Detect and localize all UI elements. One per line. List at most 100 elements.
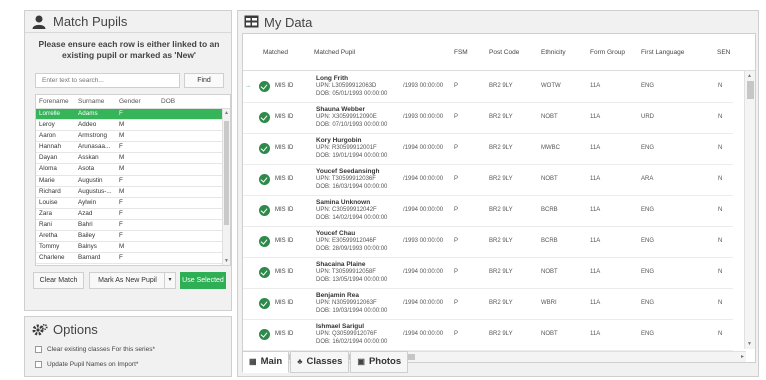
pupil-row[interactable]: Zara Azad F [36,209,230,220]
col-gender[interactable]: Gender [116,95,158,108]
pupil-forename: Aretha [39,232,58,240]
pupil-name[interactable]: Youcef Seedansingh [316,168,379,175]
form-group-cell: 11A [590,176,601,182]
pupil-name[interactable]: Benjamin Rea [316,292,359,299]
scroll-down-icon[interactable]: ▼ [224,258,229,264]
pupil-dob: DOB: 19/01/1994 00:00:00 [316,152,388,159]
pupil-gender: M [119,154,125,162]
match-status: MIS ID [275,83,294,89]
pupil-table-header: Forename Surname Gender DOB [36,95,230,109]
pupil-forename: Zara [39,209,52,217]
scroll-up-icon[interactable]: ▲ [224,110,229,116]
data-row[interactable]: MIS ID Samina Unknown UPN: C30599912042F DO… [243,196,733,227]
pupil-gender: M [119,132,125,140]
pupil-forename: Charlene [39,254,65,262]
col-form-group[interactable]: Form Group [590,49,625,56]
pupil-scrollbar[interactable]: ▲ ▼ [222,109,230,265]
data-row[interactable]: MIS ID Shacaina Plaine UPN: T30599912058F D… [243,258,733,289]
pupil-row[interactable]: Tommy Balnys M [36,242,230,254]
sen-cell: N [718,83,723,89]
scroll-up-icon[interactable]: ▲ [747,73,752,79]
pupil-forename: Marie [39,176,55,184]
data-row[interactable]: MIS ID Benjamin Rea UPN: N30599912063F DOB:… [243,289,733,320]
pupil-dob: DOB: 16/03/1994 00:00:00 [316,183,388,190]
col-forename[interactable]: Forename [36,95,75,108]
update-names-checkbox[interactable]: Update Pupil Names on Import* [35,361,138,368]
scroll-down-icon[interactable]: ▼ [747,341,752,347]
first-language-cell: URD [641,114,654,120]
vertical-scroll-thumb[interactable] [747,81,754,99]
ethnicity-cell: BCRB [541,238,558,244]
sen-cell: N [718,207,723,213]
tab-main[interactable]: ▦ Main [242,351,290,373]
photo-icon: ▣ [357,357,365,366]
pupil-row[interactable]: Marie Augustin F [36,176,230,187]
pupil-row[interactable]: Aretha Bailey F [36,231,230,243]
pupil-dob [158,153,199,163]
pupil-forename: Louise [39,198,58,206]
matched-check-icon [259,112,270,123]
tab-classes[interactable]: ♣ Classes [290,351,350,373]
pupil-row[interactable]: Richard Augustus-... M [36,187,230,198]
form-group-cell: 11A [590,145,601,151]
data-row[interactable]: MIS ID Kory Hurgobin UPN: R30599912001F DOB… [243,134,733,165]
pupil-row[interactable]: Aloma Asota M [36,164,230,176]
first-language-cell: ENG [641,145,655,151]
col-fsm[interactable]: FSM [454,49,468,56]
pupil-row[interactable]: Rani Bahri F [36,220,230,232]
pupil-row[interactable]: Dayan Asskan M [36,153,230,165]
pupil-row[interactable]: Louise Aylwin F [36,198,230,209]
pupil-name[interactable]: Kory Hurgobin [316,137,362,144]
pupil-row[interactable]: Leroy Addeo M [36,120,230,132]
col-matched-pupil[interactable]: Matched Pupil [314,49,355,56]
use-selected-button[interactable]: Use Selected [180,272,226,289]
col-post-code[interactable]: Post Code [489,49,519,56]
col-surname[interactable]: Surname [75,95,116,108]
clear-match-button[interactable]: Clear Match [33,272,84,289]
pupil-name[interactable]: Shauna Webber [316,106,365,113]
form-group-cell: 11A [590,114,601,120]
mark-new-dropdown[interactable]: ▾ [164,272,176,289]
scroll-right-icon[interactable]: ▸ [741,353,744,360]
pupil-name[interactable]: Youcef Chau [316,230,355,237]
vertical-scrollbar[interactable]: ▲ ▼ [744,71,755,349]
col-sen[interactable]: SEN [717,49,730,56]
pupil-row[interactable]: Hannah Arunasaa... F [36,142,230,154]
match-status: MIS ID [275,269,294,275]
pupil-row[interactable]: Charlene Barnard F [36,253,230,265]
pupil-forename: Hannah [39,143,62,151]
data-row[interactable]: MIS ID Ishmael Sarigul UPN: Q30599912076F D… [243,320,733,351]
clear-classes-checkbox[interactable]: Clear existing classes For this series* [35,346,155,353]
pupil-upn: UPN: N30599912063F [316,300,377,306]
pupil-upn: UPN: L30599912063D [316,83,377,89]
pupil-forename: Lorrelle [39,110,60,117]
ethnicity-cell: BCRB [541,207,558,213]
checkbox-box[interactable] [35,361,42,368]
pupil-name[interactable]: Samina Unknown [316,199,370,206]
pupil-dob: DOB: 28/09/1993 00:00:00 [316,245,388,252]
pupil-name[interactable]: Long Frith [316,75,348,82]
find-button[interactable]: Find [184,73,224,88]
data-row[interactable]: → MIS ID Long Frith UPN: L30599912063D DOB: … [243,72,733,103]
pupil-row[interactable]: Aaron Armstrong M [36,131,230,143]
data-row[interactable]: MIS ID Youcef Chau UPN: E30599912046F DOB: … [243,227,733,258]
tab-photos[interactable]: ▣ Photos [350,351,409,373]
data-row[interactable]: MIS ID Shauna Webber UPN: X30599912090E DOB… [243,103,733,134]
mark-new-pupil-button[interactable]: Mark As New Pupil [89,272,165,289]
col-dob[interactable]: DOB [158,95,199,108]
pupil-name[interactable]: Ishmael Sarigul [316,323,364,330]
col-matched[interactable]: Matched [263,49,288,56]
data-row[interactable]: MIS ID Youcef Seedansingh UPN: T3059991203… [243,165,733,196]
pupil-name[interactable]: Shacaina Plaine [316,261,366,268]
match-pupils-header: Match Pupils [25,11,231,33]
col-ethnicity[interactable]: Ethnicity [541,49,566,56]
search-input[interactable] [35,73,180,88]
pupil-row[interactable]: Lorrelle Adams F [36,109,230,121]
col-first-language[interactable]: First Language [641,49,684,56]
fsm-cell: P [454,83,459,89]
checkbox-box[interactable] [35,346,42,353]
form-group-cell: 11A [590,331,601,337]
pupil-gender: F [119,254,123,262]
pupil-scroll-thumb[interactable] [224,121,229,225]
postcode-cell: BR2 9LY [489,269,513,275]
